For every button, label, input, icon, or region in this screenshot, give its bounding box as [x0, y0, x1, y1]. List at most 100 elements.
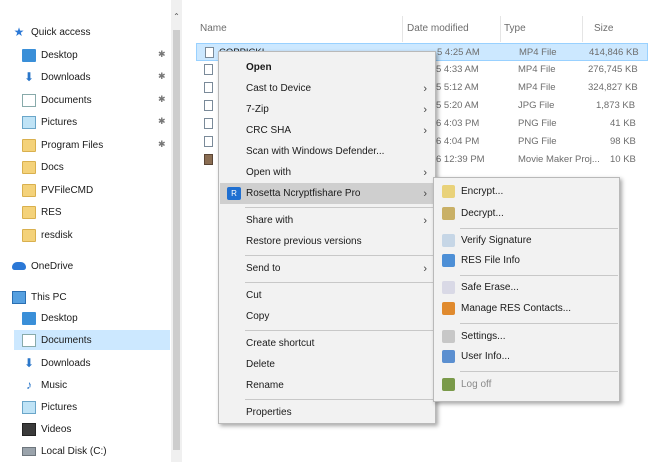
submenu-item-label: Verify Signature — [461, 235, 532, 246]
chevron-right-icon: › — [423, 124, 427, 137]
menu-item-open-with[interactable]: Open with › — [220, 162, 434, 183]
menu-item-create-shortcut[interactable]: Create shortcut — [220, 333, 434, 354]
submenu-item-label: Safe Erase... — [461, 282, 519, 293]
video-file-icon — [204, 82, 213, 93]
submenu-item-decrypt[interactable]: Decrypt... — [435, 203, 618, 224]
menu-item-delete[interactable]: Delete — [220, 354, 434, 375]
sidebar-item-documents-pc[interactable]: Documents — [14, 330, 170, 350]
file-size: 324,827 KB — [588, 82, 638, 93]
sidebar-item-label: Downloads — [41, 71, 91, 83]
submenu-item-verify-signature[interactable]: Verify Signature — [435, 230, 618, 251]
sidebar-item-desktop-pc[interactable]: Desktop — [22, 308, 78, 328]
image-file-icon — [204, 136, 213, 147]
sidebar-item-this-pc[interactable]: This PC — [12, 287, 67, 307]
submenu-item-label: Decrypt... — [461, 208, 504, 219]
video-file-icon — [204, 64, 213, 75]
column-size[interactable]: Size — [594, 23, 613, 34]
pin-icon[interactable]: ✱ — [158, 94, 166, 105]
sidebar-item-label: Downloads — [41, 357, 91, 369]
cloud-icon — [12, 262, 26, 270]
file-date: 5 4:25 AM — [437, 47, 480, 58]
submenu-item-label: User Info... — [461, 351, 510, 362]
menu-item-label: Properties — [246, 407, 292, 418]
submenu-item-user-info[interactable]: User Info... — [435, 346, 618, 367]
menu-item-cast-to-device[interactable]: Cast to Device › — [220, 78, 434, 99]
sidebar-item-pictures-pc[interactable]: Pictures — [22, 397, 77, 417]
pin-icon[interactable]: ✱ — [158, 139, 166, 150]
column-date-modified[interactable]: Date modified — [407, 23, 469, 34]
sidebar-item-desktop[interactable]: Desktop ✱ — [22, 45, 170, 65]
pin-icon[interactable]: ✱ — [158, 71, 166, 82]
menu-item-rename[interactable]: Rename — [220, 375, 434, 396]
sidebar-item-onedrive[interactable]: OneDrive — [12, 256, 73, 276]
sidebar-item-label: This PC — [31, 291, 67, 303]
menu-item-scan-defender[interactable]: Scan with Windows Defender... — [220, 141, 434, 162]
menu-item-send-to[interactable]: Send to › — [220, 258, 434, 279]
sidebar-item-downloads[interactable]: ⬇ Downloads ✱ — [22, 67, 170, 87]
sidebar-item-local-disk[interactable]: Local Disk (C:) — [22, 441, 107, 461]
sidebar-item-label: RES — [41, 206, 62, 218]
sidebar-item-downloads-pc[interactable]: ⬇ Downloads — [22, 353, 91, 373]
menu-item-7zip[interactable]: 7-Zip › — [220, 99, 434, 120]
sidebar-item-music[interactable]: ♪ Music — [22, 375, 67, 395]
sidebar-item-program-files[interactable]: Program Files ✱ — [22, 135, 170, 155]
menu-item-copy[interactable]: Copy — [220, 306, 434, 327]
chevron-right-icon: › — [423, 103, 427, 116]
sidebar-item-resdisk[interactable]: resdisk — [22, 225, 73, 245]
submenu-item-settings[interactable]: Settings... — [435, 326, 618, 347]
pin-icon[interactable]: ✱ — [158, 116, 166, 127]
sidebar-item-pictures[interactable]: Pictures ✱ — [22, 112, 170, 132]
sidebar-item-label: Desktop — [41, 49, 78, 61]
sidebar-item-videos[interactable]: Videos — [22, 419, 71, 439]
safe-erase-icon — [442, 281, 455, 294]
menu-item-label: Cut — [246, 290, 262, 301]
menu-item-properties[interactable]: Properties — [220, 402, 434, 423]
submenu-item-res-file-info[interactable]: RES File Info — [435, 250, 618, 271]
scrollbar-thumb[interactable] — [173, 30, 180, 450]
sidebar-item-docs[interactable]: Docs — [22, 157, 64, 177]
pictures-icon — [22, 400, 36, 414]
scroll-up-icon[interactable]: ⌃ — [171, 12, 182, 24]
menu-item-label: Create shortcut — [246, 338, 315, 349]
rosetta-submenu: Encrypt... Decrypt... Verify Signature R… — [433, 177, 620, 402]
menu-item-restore-versions[interactable]: Restore previous versions — [220, 231, 434, 252]
menu-item-share-with[interactable]: Share with › — [220, 210, 434, 231]
menu-item-cut[interactable]: Cut — [220, 285, 434, 306]
chevron-right-icon: › — [423, 187, 427, 200]
menu-item-label: Rename — [246, 380, 284, 391]
document-icon — [22, 333, 36, 347]
sidebar-item-quick-access[interactable]: ★ Quick access — [12, 22, 91, 42]
sidebar-item-label: Local Disk (C:) — [41, 445, 107, 457]
pin-icon[interactable]: ✱ — [158, 49, 166, 60]
submenu-item-manage-contacts[interactable]: Manage RES Contacts... — [435, 298, 618, 319]
menu-item-label: Scan with Windows Defender... — [246, 146, 385, 157]
menu-separator — [460, 275, 618, 276]
submenu-item-encrypt[interactable]: Encrypt... — [435, 181, 618, 202]
column-divider[interactable] — [582, 16, 583, 42]
menu-item-rosetta[interactable]: R Rosetta Ncryptfishare Pro › — [220, 183, 434, 204]
column-divider[interactable] — [500, 16, 501, 42]
menu-item-open[interactable]: Open — [220, 57, 434, 78]
disk-icon — [22, 446, 36, 456]
sidebar-item-documents[interactable]: Documents ✱ — [22, 90, 170, 110]
menu-item-label: Cast to Device — [246, 83, 312, 94]
file-size: 98 KB — [610, 136, 636, 147]
submenu-item-log-off[interactable]: Log off — [435, 374, 618, 395]
column-name[interactable]: Name — [200, 23, 227, 34]
file-type: MP4 File — [518, 64, 556, 75]
menu-item-crc-sha[interactable]: CRC SHA › — [220, 120, 434, 141]
column-divider[interactable] — [402, 16, 403, 42]
menu-item-label: Copy — [246, 311, 270, 322]
file-type: MP4 File — [519, 47, 557, 58]
menu-separator — [245, 330, 433, 331]
sidebar-item-res[interactable]: RES — [22, 202, 62, 222]
menu-separator — [245, 282, 433, 283]
column-type[interactable]: Type — [504, 23, 526, 34]
sidebar-item-pvfilecmd[interactable]: PVFileCMD — [22, 180, 93, 200]
menu-item-label: Delete — [246, 359, 275, 370]
menu-item-label: Restore previous versions — [246, 236, 362, 247]
submenu-item-safe-erase[interactable]: Safe Erase... — [435, 277, 618, 298]
computer-icon — [12, 290, 26, 304]
submenu-item-label: Log off — [461, 379, 492, 390]
file-type: Movie Maker Proj... — [518, 154, 600, 165]
